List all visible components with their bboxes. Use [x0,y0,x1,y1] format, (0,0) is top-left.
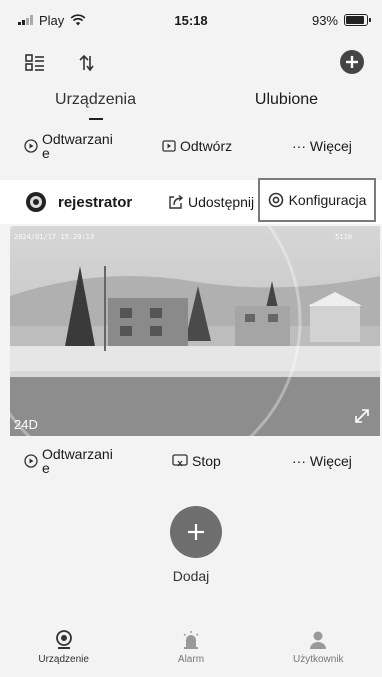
play-button[interactable]: Odtwórz [162,138,232,154]
status-left: Play [18,13,86,28]
playback-label: Odtwarzani e [42,131,113,161]
tab-devices-label: Urządzenia [55,91,136,108]
playback-icon [24,454,38,468]
signal-icon [18,15,33,25]
stream-quality-label: 24D [14,417,38,432]
tab-bar: Urządzenia Ulubione [0,86,382,122]
status-time: 15:18 [174,12,208,28]
video-playback-label: Odtwarzani e [42,446,113,476]
video-scene [10,226,380,436]
top-action-row: Odtwarzani e Odtwórz ··· Więcej [0,122,382,170]
stop-label: Stop [192,453,221,469]
user-nav-icon [310,631,327,649]
video-timestamp: 2024/01/17 15:20:13 [14,233,95,241]
nav-device-label: Urządzenie [38,654,89,665]
plus-icon [188,524,204,540]
more-button[interactable]: ··· Więcej [292,138,352,154]
playback-button[interactable]: Odtwarzani e [24,132,113,160]
stop-icon [172,454,188,467]
device-nav-icon [55,630,72,649]
tab-devices[interactable]: Urządzenia [0,86,191,122]
video-overlay-code: 5110 [335,233,352,241]
nav-device[interactable]: Urządzenie [0,630,127,677]
share-button[interactable]: Udostępnij [168,194,254,210]
nav-user[interactable]: Użytkownik [255,630,382,677]
camera-icon [26,192,46,212]
video-more-button[interactable]: ··· Więcej [292,453,352,469]
tab-favorites[interactable]: Ulubione [191,86,382,122]
play-label: Odtwórz [180,138,233,154]
playback-icon [24,139,38,153]
battery-icon [344,14,371,26]
layout-view-icon[interactable] [24,52,46,74]
battery-percent: 93% [311,12,338,28]
battery-fill [346,16,364,24]
add-device-label: Dodaj [172,568,210,584]
sort-icon[interactable] [76,52,98,74]
nav-alarm[interactable]: Alarm [127,630,254,677]
wifi-icon [70,14,86,26]
tab-underline [88,118,103,120]
add-device-section: Dodaj [0,488,382,620]
bottom-nav: Urządzenie Alarm Użytkownik [0,630,382,677]
status-bar: Play 15:18 93% [0,0,382,40]
stop-button[interactable]: Stop [172,453,221,469]
video-more-label: ··· Więcej [292,453,352,469]
share-icon [169,194,184,209]
add-device-icon[interactable] [339,49,365,75]
toolbar [0,40,382,86]
alarm-nav-icon [183,631,199,649]
video-playback-button[interactable]: Odtwarzani e [24,447,113,475]
camera-video-feed[interactable]: 2024/01/17 15:20:13 5110 24D [10,226,380,436]
bottom-action-row: Odtwarzani e Stop ··· Więcej [0,437,382,485]
status-right: 93% [311,12,371,28]
camera-name: rejestrator [58,193,133,211]
add-device-button[interactable] [170,506,222,558]
configuration-label: Konfiguracja [288,192,367,208]
configuration-button[interactable]: Konfiguracja [258,178,376,222]
tab-favorites-label: Ulubione [254,91,319,108]
more-label: ··· Więcej [292,138,352,154]
nav-user-label: Użytkownik [292,654,344,665]
share-label: Udostępnij [188,194,255,210]
nav-alarm-label: Alarm [177,654,205,665]
fullscreen-icon[interactable] [352,406,372,426]
settings-icon [268,192,283,208]
carrier-label: Play [39,12,65,28]
play-icon [162,140,176,152]
